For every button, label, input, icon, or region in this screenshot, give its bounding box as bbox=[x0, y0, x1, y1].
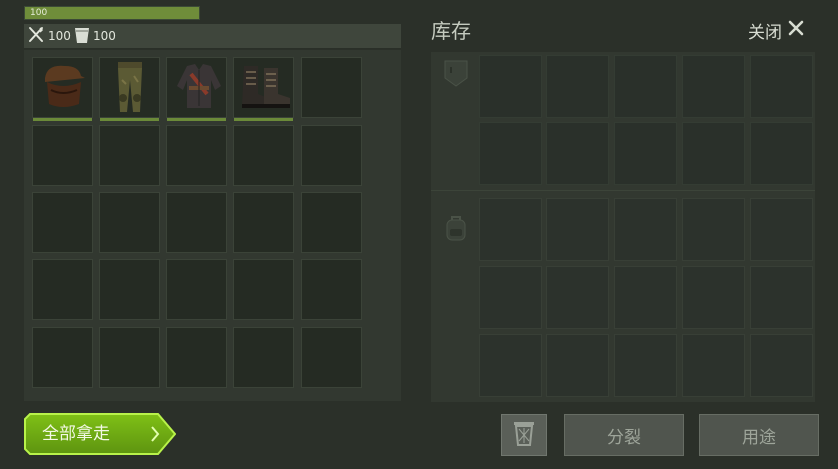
loot-slot[interactable] bbox=[166, 125, 227, 186]
loot-slot[interactable] bbox=[99, 259, 160, 320]
backpack-icon bbox=[441, 214, 471, 248]
inventory-title: 库存 bbox=[431, 19, 471, 43]
take-all-button[interactable]: 全部拿走 bbox=[24, 413, 176, 455]
survival-stats: 100 100 bbox=[24, 24, 401, 49]
loot-slot[interactable] bbox=[233, 57, 294, 121]
backpack-slot[interactable] bbox=[682, 266, 745, 329]
loot-slot[interactable] bbox=[32, 57, 93, 121]
backpack-slot[interactable] bbox=[546, 198, 609, 261]
loot-slot[interactable] bbox=[233, 259, 294, 320]
loot-slot[interactable] bbox=[32, 259, 93, 320]
health-value: 100 bbox=[30, 8, 48, 18]
equipped-indicator bbox=[167, 118, 226, 121]
loot-slot[interactable] bbox=[99, 327, 160, 388]
pocket-slot[interactable] bbox=[546, 122, 609, 185]
loot-slot[interactable] bbox=[166, 192, 227, 253]
loot-slot[interactable] bbox=[166, 259, 227, 320]
close-label: 关闭 bbox=[748, 23, 782, 43]
loot-slot[interactable] bbox=[99, 125, 160, 186]
use-button[interactable]: 用途 bbox=[699, 414, 819, 456]
backpack-slot[interactable] bbox=[682, 334, 745, 397]
backpack-slot[interactable] bbox=[614, 266, 677, 329]
loot-slot[interactable] bbox=[301, 327, 362, 388]
jacket-icon bbox=[171, 60, 227, 116]
backpack-slot[interactable] bbox=[750, 266, 813, 329]
equipped-indicator bbox=[234, 118, 293, 121]
backpack-slot[interactable] bbox=[614, 334, 677, 397]
use-label: 用途 bbox=[742, 427, 776, 448]
pocket-slot[interactable] bbox=[682, 55, 745, 118]
water-value: 100 bbox=[93, 29, 116, 43]
split-label: 分裂 bbox=[607, 427, 641, 448]
crossed-utensils-icon bbox=[27, 26, 45, 47]
backpack-slot[interactable] bbox=[546, 266, 609, 329]
loot-slot[interactable] bbox=[166, 327, 227, 388]
pocket-slot[interactable] bbox=[614, 122, 677, 185]
loot-slot[interactable] bbox=[233, 125, 294, 186]
pocket-slot[interactable] bbox=[546, 55, 609, 118]
loot-slot[interactable] bbox=[166, 57, 227, 121]
equipped-indicator bbox=[100, 118, 159, 121]
pocket-slot[interactable] bbox=[479, 55, 542, 118]
loot-slot[interactable] bbox=[99, 192, 160, 253]
pocket-slot[interactable] bbox=[479, 122, 542, 185]
pocket-slot[interactable] bbox=[614, 55, 677, 118]
close-button[interactable]: 关闭 bbox=[748, 18, 804, 43]
backpack-slot[interactable] bbox=[479, 266, 542, 329]
loot-slot[interactable] bbox=[32, 327, 93, 388]
backpack-slot[interactable] bbox=[546, 334, 609, 397]
health-bar-fill bbox=[25, 7, 199, 19]
pocket-slot[interactable] bbox=[682, 122, 745, 185]
backpack-slot[interactable] bbox=[479, 198, 542, 261]
loot-slot[interactable] bbox=[233, 192, 294, 253]
backpack-slot[interactable] bbox=[750, 198, 813, 261]
water-cup-icon bbox=[74, 26, 90, 47]
loot-slot[interactable] bbox=[301, 125, 362, 186]
loot-slot[interactable] bbox=[32, 125, 93, 186]
backpack-slot[interactable] bbox=[682, 198, 745, 261]
camo-pants-icon bbox=[104, 60, 156, 120]
trash-button[interactable] bbox=[501, 414, 547, 456]
loot-slot[interactable] bbox=[32, 192, 93, 253]
equipped-indicator bbox=[33, 118, 92, 121]
hood-mask-icon bbox=[37, 60, 89, 116]
backpack-slot[interactable] bbox=[479, 334, 542, 397]
split-button[interactable]: 分裂 bbox=[564, 414, 684, 456]
water-stat: 100 bbox=[74, 26, 116, 46]
close-icon bbox=[788, 20, 804, 41]
pocket-slot[interactable] bbox=[750, 55, 813, 118]
food-stat: 100 bbox=[27, 26, 71, 46]
pocket-slot[interactable] bbox=[750, 122, 813, 185]
backpack-slot[interactable] bbox=[614, 198, 677, 261]
take-all-label: 全部拿走 bbox=[42, 424, 110, 444]
loot-slot[interactable] bbox=[301, 259, 362, 320]
loot-slot[interactable] bbox=[301, 192, 362, 253]
inventory-divider bbox=[431, 190, 815, 191]
backpack-slot[interactable] bbox=[750, 334, 813, 397]
boots-icon bbox=[238, 60, 294, 116]
health-bar: 100 bbox=[24, 6, 200, 20]
loot-slot[interactable] bbox=[301, 57, 362, 118]
pocket-icon bbox=[441, 58, 471, 92]
food-value: 100 bbox=[48, 29, 71, 43]
loot-slot[interactable] bbox=[233, 327, 294, 388]
loot-slot[interactable] bbox=[99, 57, 160, 121]
trash-icon bbox=[512, 419, 536, 451]
